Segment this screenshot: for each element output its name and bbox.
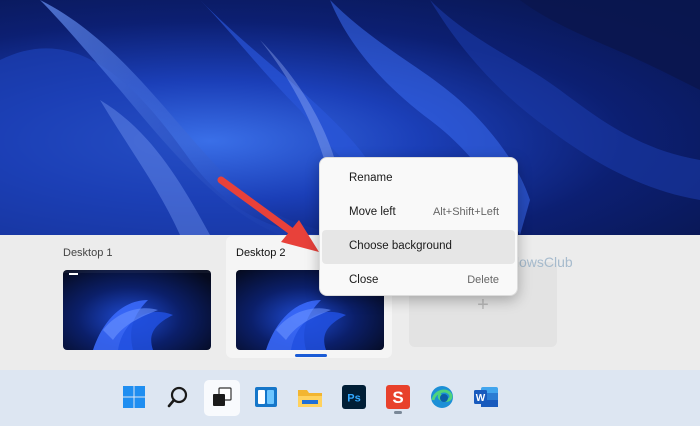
menu-item-label: Rename — [349, 172, 393, 184]
svg-text:Ps: Ps — [347, 393, 360, 405]
menu-item-move-left[interactable]: Move left Alt+Shift+Left — [322, 196, 515, 230]
word-icon[interactable]: W — [472, 383, 500, 411]
desktop-1-card[interactable]: Desktop 1 — [63, 245, 223, 261]
svg-text:W: W — [476, 393, 486, 404]
svg-text:S: S — [392, 388, 403, 407]
thumbnail-bar — [63, 270, 211, 273]
menu-item-shortcut: Delete — [467, 274, 499, 286]
photoshop-icon[interactable]: Ps — [340, 383, 368, 411]
menu-item-label: Choose background — [349, 240, 452, 252]
menu-item-choose-background[interactable]: Choose background — [322, 230, 515, 264]
menu-item-label: Move left — [349, 206, 396, 218]
bloom-icon — [93, 300, 173, 350]
running-app-indicator — [394, 411, 402, 414]
desktop-1-label: Desktop 1 — [63, 247, 113, 259]
menu-item-rename[interactable]: Rename — [322, 162, 515, 196]
wps-office-icon[interactable]: S — [384, 383, 412, 411]
widgets-icon[interactable] — [252, 383, 280, 411]
menu-item-label: Close — [349, 274, 379, 286]
windows-start-icon[interactable] — [120, 383, 148, 411]
edge-icon[interactable] — [428, 383, 456, 411]
desktop-context-menu: Rename Move left Alt+Shift+Left Choose b… — [319, 157, 518, 296]
menu-item-close[interactable]: Close Delete — [322, 264, 515, 298]
thumbnail-window-marker — [69, 273, 78, 275]
active-desktop-indicator — [295, 354, 327, 357]
desktop-1-thumbnail[interactable] — [63, 270, 211, 350]
menu-item-shortcut: Alt+Shift+Left — [432, 206, 499, 218]
search-icon[interactable] — [164, 383, 192, 411]
red-arrow-annotation — [217, 176, 319, 252]
file-explorer-icon[interactable] — [296, 383, 324, 411]
task-view-icon[interactable] — [208, 383, 236, 411]
taskview-bottom-area — [0, 363, 700, 370]
